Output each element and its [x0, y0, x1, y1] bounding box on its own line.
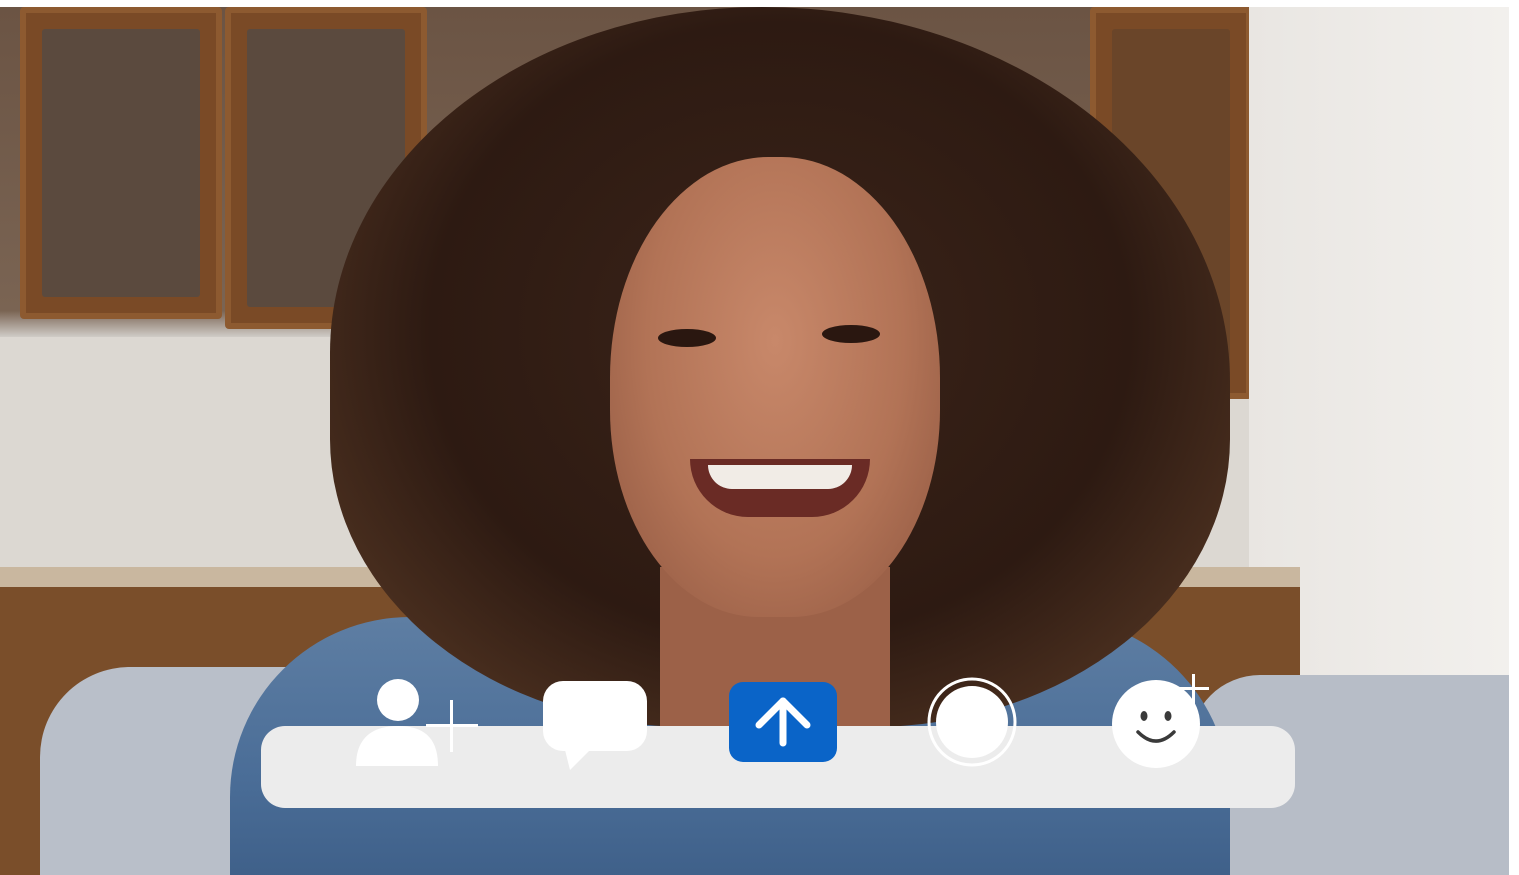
emoji-add-icon	[1112, 674, 1209, 768]
meeting-stage	[0, 0, 1519, 875]
chat-button[interactable]	[542, 680, 648, 772]
reactions-button[interactable]	[1108, 672, 1214, 772]
share-button[interactable]	[729, 682, 837, 762]
speech-bubble-icon	[543, 681, 647, 770]
participant-eye-left	[658, 329, 716, 347]
record-button[interactable]	[926, 676, 1018, 768]
record-circle-icon	[927, 677, 1017, 767]
upper-cabinet-left	[20, 7, 222, 319]
participant-face	[610, 157, 940, 617]
participant-teeth	[708, 465, 852, 489]
add-person-button[interactable]	[352, 676, 482, 772]
arrow-up-icon	[755, 697, 811, 747]
participant-eye-right	[822, 325, 880, 343]
person-add-icon	[356, 679, 478, 766]
